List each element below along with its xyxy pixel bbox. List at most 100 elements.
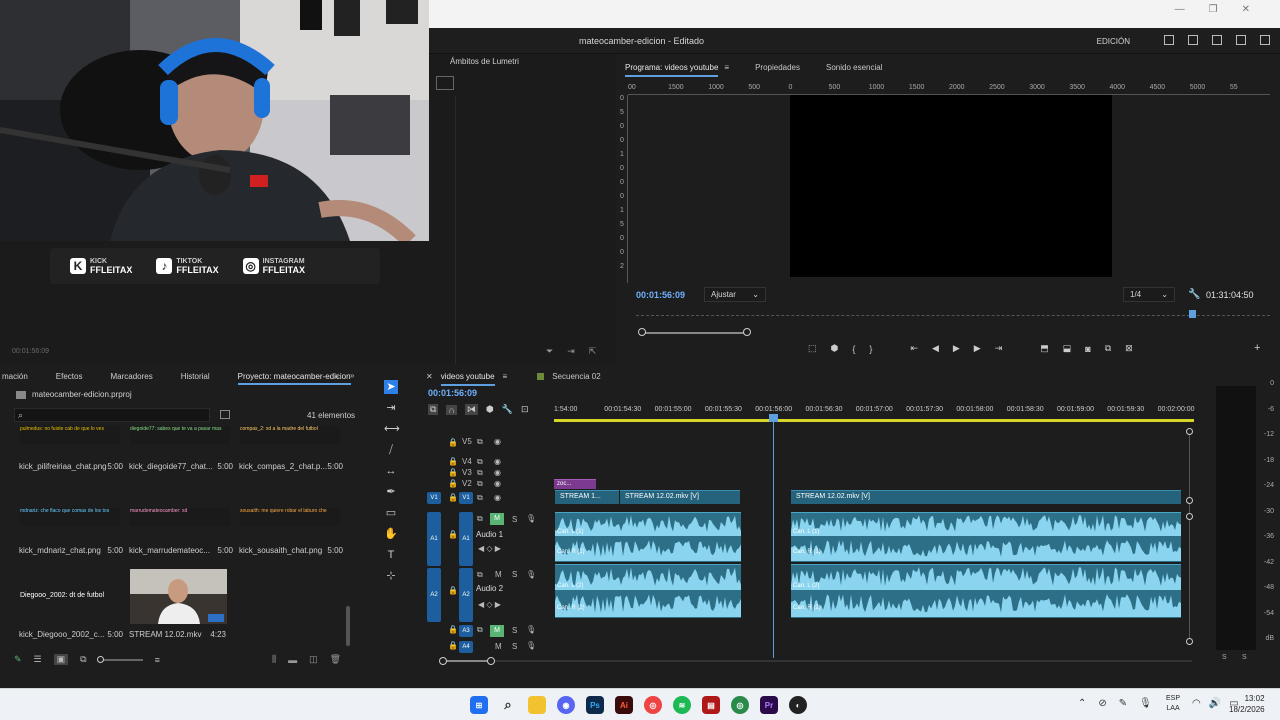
tab-properties[interactable]: Propiedades: [755, 63, 800, 77]
project-menu-icon[interactable]: ≡: [334, 372, 339, 381]
fullscreen-icon[interactable]: [1260, 35, 1270, 45]
lock-icon[interactable]: 🔒: [448, 530, 458, 539]
tab-information[interactable]: mación: [2, 372, 28, 385]
track-a3-label[interactable]: A3: [459, 625, 473, 637]
keyframe-nav-icon[interactable]: ◀ ◇ ▶: [478, 544, 501, 553]
settings-icon[interactable]: [1212, 35, 1222, 45]
thumbnail[interactable]: diegoide77: sabes que te va a pasar mas: [130, 426, 230, 444]
more-panels-icon[interactable]: »: [350, 371, 354, 380]
project-item[interactable]: kick_marrudemateoc... 5:00: [129, 546, 233, 555]
project-scrollbar[interactable]: [346, 606, 350, 646]
search-icon[interactable]: [1236, 35, 1246, 45]
maximize-icon[interactable]: ❐: [1209, 4, 1218, 15]
solo-a3-button[interactable]: S: [512, 626, 517, 635]
wrench-icon[interactable]: 🔧: [1188, 289, 1200, 300]
windows-start-icon[interactable]: ⊞: [470, 696, 488, 714]
close-icon[interactable]: ✕: [1242, 4, 1250, 15]
track-a2-label[interactable]: A2: [459, 568, 473, 622]
clock[interactable]: 13:02 18/2/2026: [1229, 693, 1265, 715]
scroll-handle[interactable]: [1186, 428, 1193, 435]
eyedropper-icon[interactable]: ⏷: [546, 346, 553, 357]
mark-out-icon[interactable]: }: [869, 344, 872, 354]
safe-margins-icon[interactable]: ⬚: [808, 343, 817, 354]
eye-icon[interactable]: ◉: [494, 468, 501, 477]
premiere-icon[interactable]: Pr: [760, 696, 778, 714]
program-ruler[interactable]: [636, 308, 1270, 316]
track-a1-label[interactable]: A1: [459, 512, 473, 566]
project-item[interactable]: kick_Diegooo_2002_c... 5:00: [19, 630, 123, 639]
project-item[interactable]: kick_compas_2_chat.p... 5:00: [239, 462, 343, 471]
app-icon[interactable]: ▤: [702, 696, 720, 714]
obs-icon[interactable]: ◐: [789, 696, 807, 714]
pen-tray-icon[interactable]: ✎: [1119, 698, 1127, 709]
mute-a1-button[interactable]: M: [490, 513, 504, 525]
mute-a2-button[interactable]: M: [495, 570, 502, 579]
clip-v1-c[interactable]: STREAM 12.02.mkv [V]: [791, 490, 1181, 504]
project-item[interactable]: STREAM 12.02.mkv 4:23: [129, 630, 226, 639]
zoom-handle-right[interactable]: [743, 328, 751, 336]
lock-icon[interactable]: 🔒: [448, 641, 458, 650]
lumetri-settings-icon[interactable]: [436, 76, 454, 90]
microphone-icon[interactable]: 🎙: [526, 514, 536, 523]
export-frame-icon[interactable]: ⇥: [567, 346, 575, 357]
new-bin-icon[interactable]: [220, 410, 230, 419]
vertical-scrollbar[interactable]: [1189, 430, 1190, 642]
program-video-frame[interactable]: [790, 95, 1112, 277]
horizontal-scroll-thumb[interactable]: [442, 660, 492, 662]
workspace-label[interactable]: EDICIÓN: [1097, 37, 1130, 46]
selection-tool-icon[interactable]: ➤: [384, 380, 398, 394]
camera-icon[interactable]: ◙: [1085, 344, 1090, 354]
file-explorer-icon[interactable]: [528, 696, 546, 714]
network-off-icon[interactable]: ⊘: [1098, 698, 1106, 709]
lock-icon[interactable]: 🔒: [448, 625, 458, 634]
lock-icon[interactable]: 🔒: [448, 493, 458, 502]
lock-icon[interactable]: 🔒: [448, 479, 458, 488]
tab-secuencia-02[interactable]: Secuencia 02: [552, 372, 600, 386]
program-timecode[interactable]: 00:01:56:09: [636, 290, 685, 300]
volume-icon[interactable]: 🔊: [1209, 698, 1221, 709]
go-to-in-icon[interactable]: ⇤: [910, 343, 918, 354]
share-icon[interactable]: [1188, 35, 1198, 45]
source-v1-patch[interactable]: V1: [427, 492, 441, 504]
discord-icon[interactable]: ◉: [557, 696, 575, 714]
minimize-icon[interactable]: —: [1175, 4, 1185, 15]
photoshop-icon[interactable]: Ps: [586, 696, 604, 714]
tab-effects[interactable]: Efectos: [56, 372, 83, 385]
icon-view-icon[interactable]: ▣: [53, 654, 69, 665]
hand-tool-icon[interactable]: ✋: [384, 527, 398, 541]
scroll-handle[interactable]: [1186, 497, 1193, 504]
zoom-handle-left[interactable]: [439, 657, 447, 665]
clip-a2-right[interactable]: Can. L (2) Can. R (2): [791, 564, 1181, 618]
tab-program[interactable]: Programa: videos youtube: [625, 63, 719, 77]
sync-icon[interactable]: ⧉: [477, 514, 483, 524]
snap-icon[interactable]: ∩: [446, 404, 457, 415]
microphone-icon[interactable]: 🎙: [526, 625, 536, 634]
pen-tool-icon[interactable]: ✒: [384, 485, 398, 499]
timeline-playhead[interactable]: [773, 416, 774, 658]
chrome-profile-icon[interactable]: ◎: [731, 696, 749, 714]
stream-thumbnail[interactable]: [130, 569, 227, 624]
panel-icon[interactable]: [1164, 35, 1174, 45]
step-back-icon[interactable]: ◀: [932, 343, 939, 354]
timeline-timecode[interactable]: 00:01:56:09: [428, 388, 477, 398]
captions-icon[interactable]: ⊡: [521, 404, 529, 415]
thumbnail[interactable]: marrudemateocamber: xd: [130, 508, 230, 526]
eye-icon[interactable]: ◉: [494, 493, 501, 502]
slip-tool-icon[interactable]: ↔: [384, 464, 398, 478]
track-v1-label[interactable]: V1: [459, 492, 473, 504]
razor-tool-icon[interactable]: ⧸: [384, 443, 398, 457]
sequence-menu-icon[interactable]: ≡: [503, 372, 508, 386]
microphone-icon[interactable]: 🎙: [526, 570, 536, 579]
zoom-handle-right[interactable]: [487, 657, 495, 665]
go-to-out-icon[interactable]: ⇥: [995, 343, 1003, 354]
list-view-icon[interactable]: ☰: [34, 654, 42, 665]
solo-a4-button[interactable]: S: [512, 642, 517, 651]
playhead-handle[interactable]: [769, 414, 778, 422]
new-folder-icon[interactable]: ▬: [288, 655, 297, 665]
lock-icon[interactable]: 🔒: [448, 457, 458, 466]
meter-solo-right[interactable]: S: [1242, 654, 1247, 661]
project-item[interactable]: kick_diegoide77_chat... 5:00: [129, 462, 233, 471]
proxy-icon[interactable]: ⊠: [1125, 343, 1133, 354]
sync-icon[interactable]: ⧉: [477, 570, 483, 580]
scroll-handle[interactable]: [1186, 513, 1193, 520]
